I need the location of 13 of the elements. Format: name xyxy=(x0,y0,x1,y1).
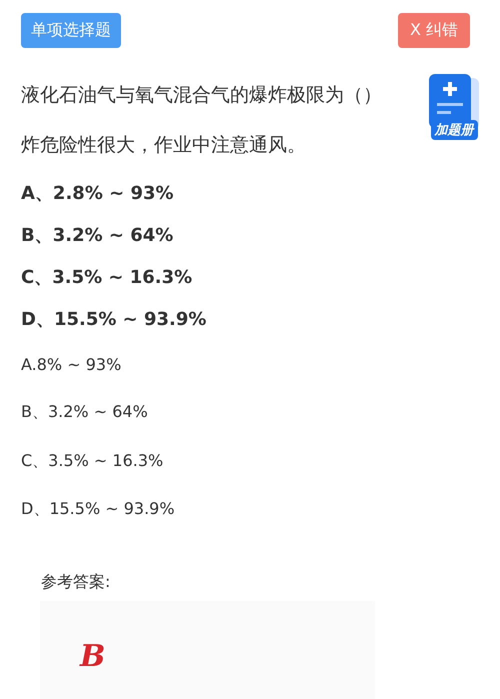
answer-option[interactable]: A、2.8% ~ 93% xyxy=(21,181,174,205)
answer-option[interactable]: B、3.2% ~ 64% xyxy=(21,223,174,247)
question-type-badge: 单项选择题 xyxy=(21,13,121,48)
answer-option[interactable]: C、3.5% ~ 16.3% xyxy=(21,265,192,289)
answer-value: B xyxy=(80,639,106,674)
answer-label: 参考答案: xyxy=(41,572,110,591)
add-to-book-button[interactable]: 加题册 xyxy=(422,72,486,140)
option-text: B、3.2% ~ 64% xyxy=(21,402,148,424)
option-text: C、3.5% ~ 16.3% xyxy=(21,450,164,472)
option-text: D、15.5% ~ 93.9% xyxy=(21,499,175,520)
option-text: A.8% ~ 93% xyxy=(21,354,122,374)
answer-option[interactable]: D、15.5% ~ 93.9% xyxy=(21,307,206,331)
question-text: 液化石油气与氧气混合气的爆炸极限为（）炸危险性很大，作业中注意通风。 xyxy=(21,83,383,158)
